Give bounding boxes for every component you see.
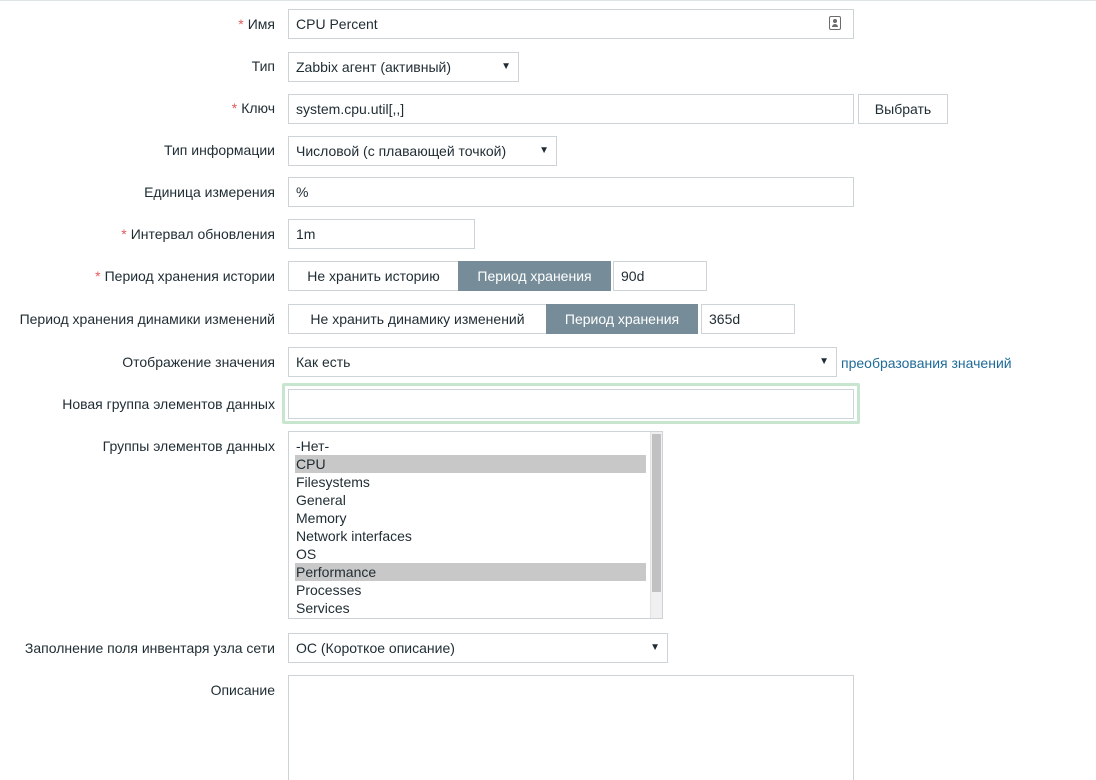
- trends-period-input[interactable]: 365d: [701, 304, 795, 334]
- trends-label-text: Период хранения динамики изменений: [19, 311, 275, 327]
- dropdown-arrow-icon: ▼: [539, 145, 549, 156]
- history-keep-period-option[interactable]: Период хранения: [458, 261, 611, 291]
- key-input[interactable]: system.cpu.util[,,]: [288, 94, 854, 124]
- application-option[interactable]: -Нет-: [295, 437, 646, 455]
- type-select[interactable]: Zabbix агент (активный) ▼: [288, 52, 519, 82]
- inventory-label-text: Заполнение поля инвентаря узла сети: [24, 640, 275, 656]
- name-input-value: CPU Percent: [296, 16, 378, 32]
- application-option[interactable]: Network interfaces: [295, 527, 646, 545]
- listbox-scrollbar[interactable]: [650, 432, 662, 618]
- dropdown-arrow-icon: ▼: [501, 61, 511, 72]
- new-application-label-text: Новая группа элементов данных: [62, 396, 275, 412]
- valuemap-select-value: Как есть: [296, 354, 351, 370]
- required-asterisk: *: [231, 100, 238, 116]
- scrollbar-thumb[interactable]: [652, 434, 661, 592]
- dropdown-arrow-icon: ▼: [819, 356, 829, 367]
- application-option[interactable]: OS: [295, 545, 646, 563]
- type-label-text: Тип: [251, 58, 275, 74]
- application-option[interactable]: Memory: [295, 509, 646, 527]
- interval-label-text: Интервал обновления: [130, 226, 275, 242]
- key-label: * Ключ: [232, 100, 275, 116]
- history-label-text: Период хранения истории: [104, 268, 275, 284]
- applications-label: Группы элементов данных: [103, 438, 275, 454]
- history-no-keep-option[interactable]: Не хранить историю: [288, 261, 459, 291]
- application-option[interactable]: Filesystems: [295, 473, 646, 491]
- info-type-select[interactable]: Числовой (с плавающей точкой) ▼: [288, 136, 557, 166]
- application-option[interactable]: Processes: [295, 581, 646, 599]
- inventory-label: Заполнение поля инвентаря узла сети: [25, 640, 275, 656]
- top-border: [0, 0, 1096, 1]
- interval-input[interactable]: 1m: [288, 219, 475, 249]
- type-select-value: Zabbix агент (активный): [296, 59, 451, 75]
- name-label-text: Имя: [247, 16, 275, 32]
- new-application-input[interactable]: [288, 389, 854, 419]
- required-asterisk: *: [121, 226, 127, 242]
- trends-keep-period-option[interactable]: Период хранения: [546, 304, 698, 334]
- new-application-label: Новая группа элементов данных: [62, 396, 275, 412]
- inventory-select[interactable]: ОС (Короткое описание) ▼: [288, 633, 668, 663]
- units-input-value: %: [296, 184, 309, 200]
- valuemap-select[interactable]: Как есть ▼: [288, 347, 837, 377]
- info-type-select-value: Числовой (с плавающей точкой): [296, 143, 507, 159]
- contact-card-icon[interactable]: [829, 16, 841, 30]
- required-asterisk: *: [95, 268, 101, 284]
- value-mappings-link[interactable]: преобразования значений: [841, 355, 1012, 371]
- trends-label: Период хранения динамики изменений: [20, 311, 275, 327]
- key-input-value: system.cpu.util[,,]: [296, 101, 405, 117]
- dropdown-arrow-icon: ▼: [650, 642, 660, 653]
- name-label: * Имя: [238, 16, 275, 32]
- applications-label-text: Группы элементов данных: [102, 438, 275, 454]
- history-label: * Период хранения истории: [95, 268, 275, 284]
- interval-label: * Интервал обновления: [121, 226, 275, 242]
- units-label-text: Единица измерения: [144, 184, 275, 200]
- valuemap-label: Отображение значения: [122, 354, 275, 370]
- interval-input-value: 1m: [296, 226, 316, 242]
- type-label: Тип: [252, 58, 275, 74]
- applications-listbox[interactable]: -Нет- CPU Filesystems General Memory Network …: [288, 431, 663, 619]
- info-type-label-text: Тип информации: [164, 142, 275, 158]
- history-period-input[interactable]: 90d: [613, 261, 707, 291]
- description-label: Описание: [211, 682, 275, 698]
- key-label-text: Ключ: [241, 100, 275, 116]
- units-label: Единица измерения: [144, 184, 275, 200]
- trends-no-keep-option[interactable]: Не хранить динамику изменений: [288, 304, 547, 334]
- name-input[interactable]: CPU Percent: [288, 9, 854, 39]
- application-option[interactable]: Services: [295, 599, 646, 617]
- info-type-label: Тип информации: [164, 142, 275, 158]
- inventory-select-value: ОС (Короткое описание): [296, 640, 455, 656]
- required-asterisk: *: [238, 16, 244, 32]
- description-label-text: Описание: [210, 682, 275, 698]
- select-key-button[interactable]: Выбрать: [858, 94, 948, 124]
- units-input[interactable]: %: [288, 177, 854, 207]
- application-option[interactable]: CPU: [295, 455, 646, 473]
- application-option[interactable]: General: [295, 491, 646, 509]
- description-textarea[interactable]: [288, 675, 854, 780]
- application-option[interactable]: Performance: [295, 563, 646, 581]
- history-period-value: 90d: [621, 268, 645, 284]
- valuemap-label-text: Отображение значения: [122, 354, 275, 370]
- trends-period-value: 365d: [709, 311, 741, 327]
